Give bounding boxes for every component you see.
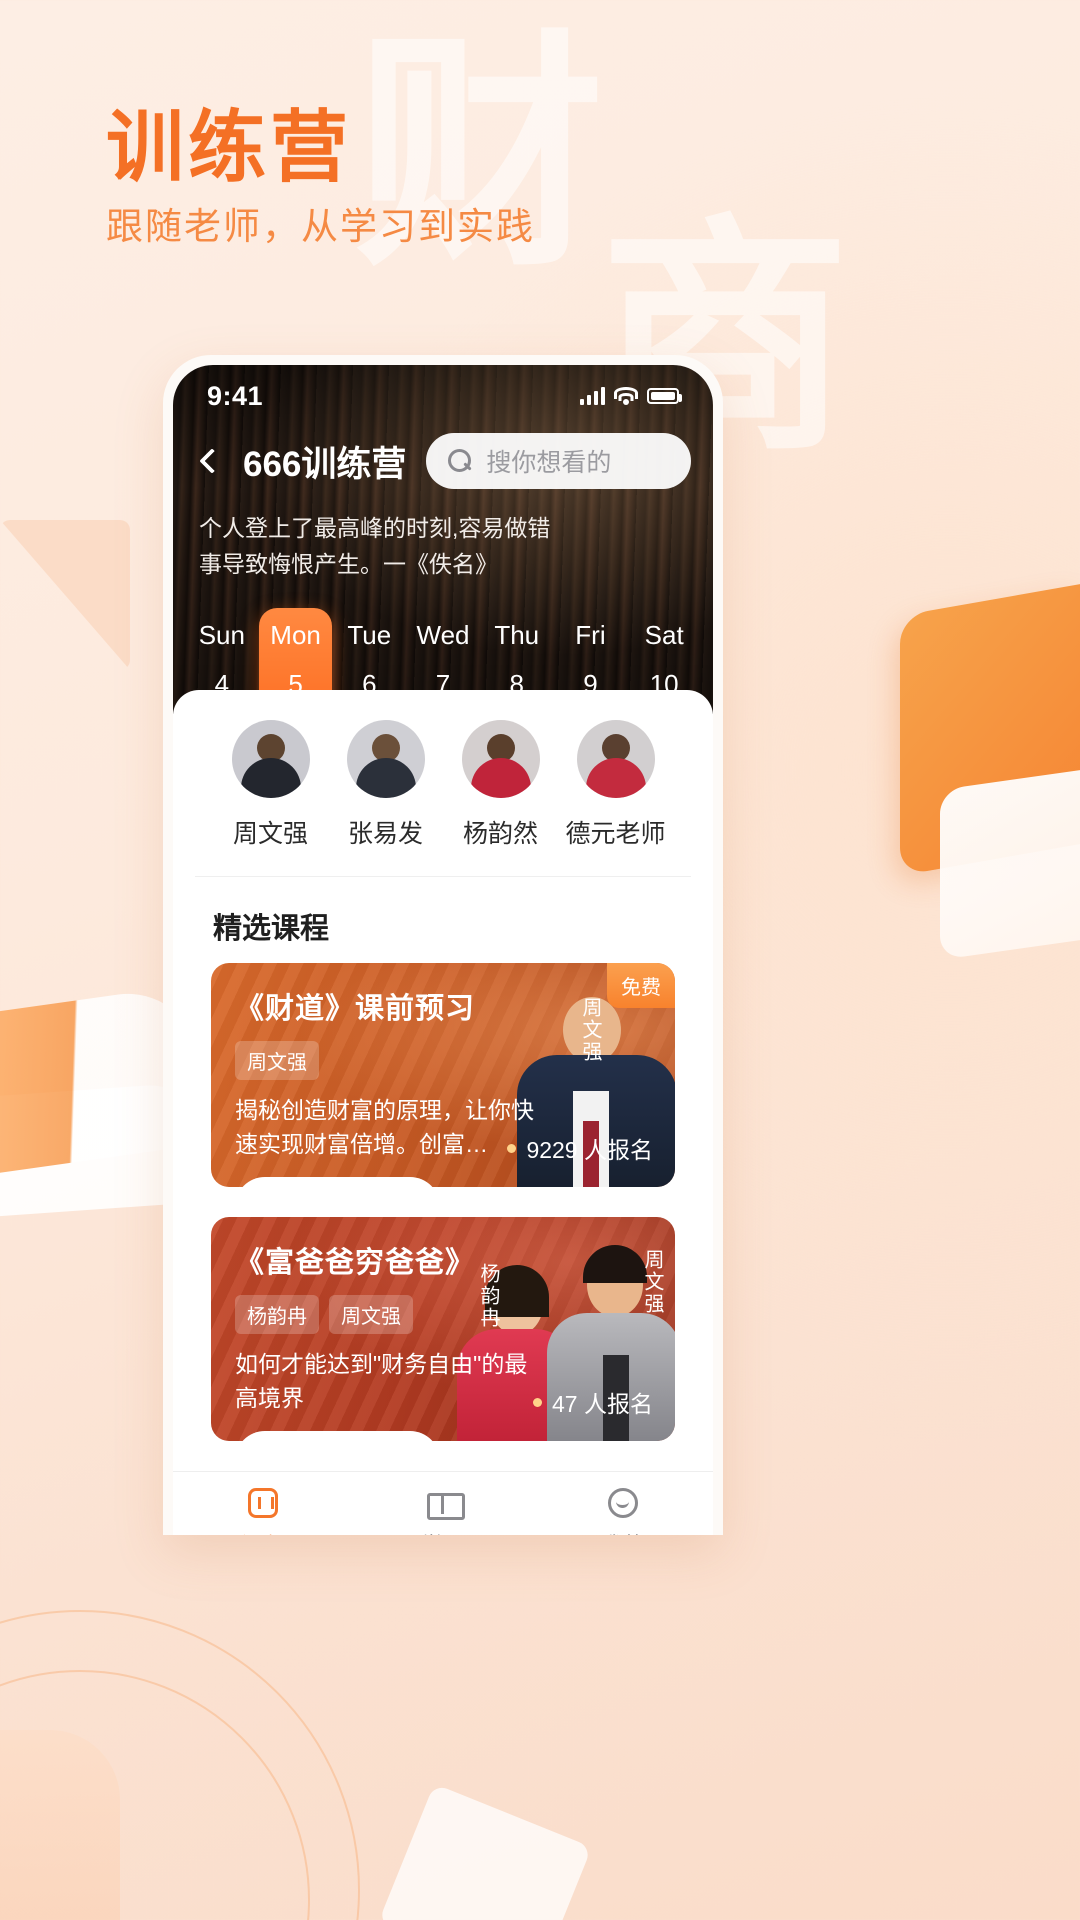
page-subtitle: 跟随老师，从学习到实践 <box>106 206 535 247</box>
search-input[interactable]: 搜你想看的 <box>426 433 691 489</box>
tab-label: 我的 <box>601 1528 645 1535</box>
teacher-item[interactable]: 杨韵然 <box>443 720 558 850</box>
course-icon <box>246 1486 280 1520</box>
course-card[interactable]: 免费 周文强 《财道》课前预习 周文强 揭秘创造财富的原理，让你快速实现财富倍增… <box>211 963 675 1188</box>
week-day-name: Sat <box>644 620 684 651</box>
tab-profile[interactable]: 我的 <box>533 1486 713 1535</box>
avatar <box>231 720 310 799</box>
nav-bar: 666训练营 搜你想看的 <box>173 427 713 489</box>
wifi-icon <box>614 387 638 405</box>
signal-bars-icon <box>580 387 605 405</box>
course-card[interactable]: 杨韵冉 周文强 《富爸爸穷爸爸》 杨韵冉 周文强 如何才能达到"财务自由"的最高… <box>211 1217 675 1442</box>
decor-bottom-wedge <box>378 1783 592 1920</box>
course-desc: 揭秘创造财富的原理，让你快速实现财富倍增。创富… <box>235 1097 534 1157</box>
page-title: 训练营 <box>106 103 353 191</box>
tab-courses[interactable]: 课程 <box>173 1486 353 1535</box>
battery-icon <box>647 388 682 404</box>
teacher-list: 周文强 张易发 杨韵然 德元老师 <box>195 690 691 878</box>
week-day-name: Sun <box>198 620 245 651</box>
status-indicators <box>580 387 682 405</box>
course-title: 《富爸爸穷爸爸》 <box>235 1247 476 1280</box>
search-icon <box>448 449 472 473</box>
content-sheet: 周文强 张易发 杨韵然 德元老师 精选课程 免费 周文强 《财道》课前预习 周文… <box>173 690 713 1535</box>
status-bar: 9:41 <box>173 365 713 427</box>
decor-bottom-left-block <box>0 1730 120 1920</box>
free-badge: 免费 <box>607 963 675 1009</box>
enroll-count: 47 人报名 <box>533 1385 653 1419</box>
week-day-name: Fri <box>575 620 606 651</box>
tab-bar: 课程 学习 我的 <box>173 1471 713 1535</box>
tab-label: 学习 <box>421 1528 465 1535</box>
app-screen: 9:41 666训练营 搜你想看的 个人登上了最高峰的时刻,容易做错事导致悔恨产… <box>173 365 713 1535</box>
course-desc: 如何才能达到"财务自由"的最高境界 <box>235 1351 528 1411</box>
course-tags: 杨韵冉 周文强 <box>235 1295 651 1335</box>
course-title: 《财道》课前预习 <box>235 993 476 1026</box>
hero-header: 9:41 666训练营 搜你想看的 个人登上了最高峰的时刻,容易做错事导致悔恨产… <box>173 365 713 715</box>
course-tag: 杨韵冉 <box>235 1295 319 1335</box>
status-time: 9:41 <box>207 380 264 411</box>
start-learning-button[interactable]: 立即学习 <box>235 1176 440 1188</box>
week-day-name: Mon <box>270 620 321 651</box>
dot-icon <box>507 1143 517 1153</box>
week-day-name: Tue <box>347 620 392 651</box>
teacher-name: 德元老师 <box>565 820 666 849</box>
decor-arc-1 <box>0 1670 310 1920</box>
search-placeholder: 搜你想看的 <box>486 449 612 477</box>
course-tag: 周文强 <box>235 1041 319 1081</box>
tab-label: 课程 <box>241 1528 285 1535</box>
teacher-item[interactable]: 张易发 <box>328 720 443 850</box>
enroll-count: 9229 人报名 <box>507 1131 653 1165</box>
book-icon <box>426 1486 465 1521</box>
nav-title: 666训练营 <box>243 444 407 484</box>
week-day-name: Wed <box>416 620 470 651</box>
avatar <box>576 720 655 799</box>
profile-icon <box>606 1486 640 1520</box>
decor-arc-2 <box>0 1610 360 1920</box>
section-title-featured: 精选课程 <box>213 913 330 946</box>
teacher-name: 周文强 <box>232 820 308 849</box>
decor-orange-flag <box>900 584 1080 876</box>
teacher-item[interactable]: 德元老师 <box>558 720 673 850</box>
course-tag: 周文强 <box>329 1295 413 1335</box>
course-card-list: 免费 周文强 《财道》课前预习 周文强 揭秘创造财富的原理，让你快速实现财富倍增… <box>173 953 713 1471</box>
avatar <box>461 720 540 799</box>
back-chevron-icon[interactable] <box>195 444 229 478</box>
avatar <box>346 720 425 799</box>
decor-white-flag <box>940 770 1080 960</box>
enroll-count-label: 9229 人报名 <box>526 1137 653 1164</box>
decor-triangle <box>0 520 130 670</box>
phone-mockup: 9:41 666训练营 搜你想看的 个人登上了最高峰的时刻,容易做错事导致悔恨产… <box>163 355 723 1535</box>
teacher-name: 张易发 <box>347 820 423 849</box>
teacher-name: 杨韵然 <box>462 820 538 849</box>
dot-icon <box>533 1397 543 1407</box>
daily-quote: 个人登上了最高峰的时刻,容易做错事导致悔恨产生。一《佚名》 <box>199 515 551 577</box>
course-tags: 周文强 <box>235 1041 651 1081</box>
start-learning-button[interactable]: 立即学习 <box>235 1430 440 1442</box>
tab-study[interactable]: 学习 <box>353 1486 533 1535</box>
week-day-name: Thu <box>494 620 540 651</box>
enroll-count-label: 47 人报名 <box>552 1391 653 1418</box>
teacher-item[interactable]: 周文强 <box>213 720 328 850</box>
